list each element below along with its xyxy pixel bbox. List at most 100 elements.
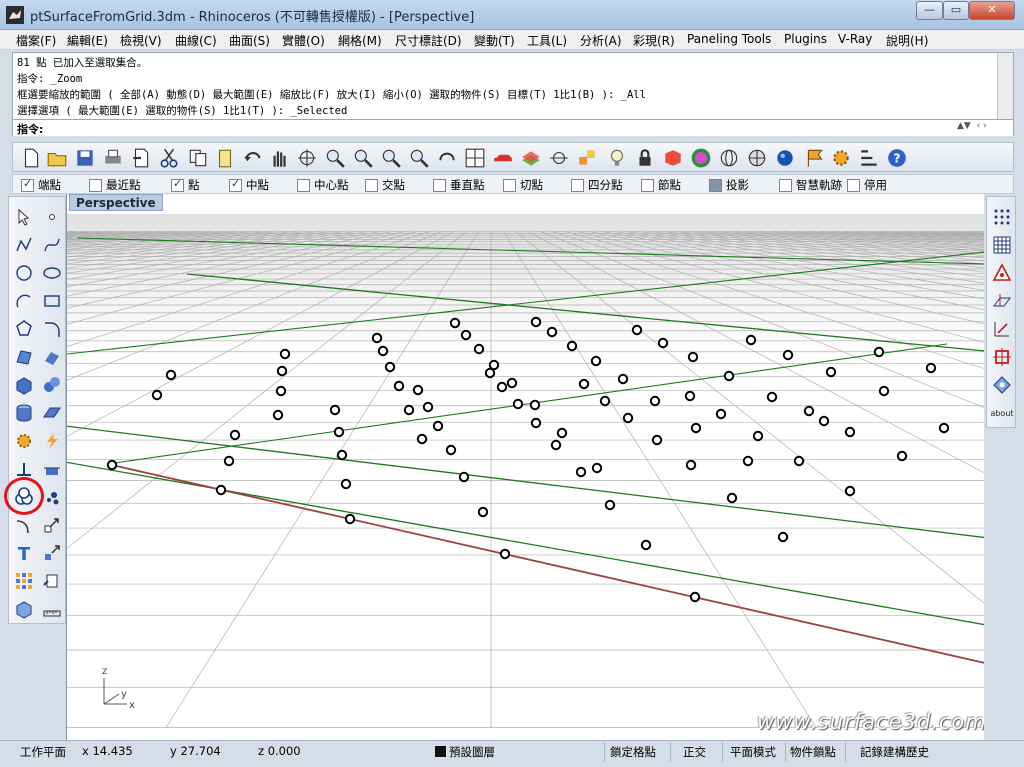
status-ortho[interactable]: 正交: [683, 744, 706, 760]
copy-button[interactable]: [186, 146, 210, 170]
point-object[interactable]: [499, 548, 511, 560]
point-object[interactable]: [938, 422, 950, 434]
lightning-tool-button[interactable]: [40, 429, 64, 453]
point-object[interactable]: [844, 426, 856, 438]
osnap-checkbox[interactable]: [365, 178, 378, 192]
zoom-selected-button[interactable]: [407, 146, 431, 170]
array-tool-button[interactable]: [40, 541, 64, 565]
point-object[interactable]: [412, 384, 424, 396]
point-object[interactable]: [432, 420, 444, 432]
point-object[interactable]: [445, 444, 457, 456]
point-object[interactable]: [689, 591, 701, 603]
osnap-option[interactable]: 中心點: [297, 177, 349, 193]
menu-tools[interactable]: 工具(L): [527, 32, 567, 49]
render-sphere-button[interactable]: [773, 146, 797, 170]
grid-sphere-button[interactable]: [745, 146, 769, 170]
point-button[interactable]: [547, 146, 571, 170]
point-object[interactable]: [651, 434, 663, 446]
status-planar[interactable]: 平面模式: [730, 744, 776, 760]
osnap-checkbox[interactable]: [709, 178, 722, 192]
maximize-button[interactable]: ▭: [943, 1, 969, 20]
point-object[interactable]: [416, 433, 428, 445]
flag-button[interactable]: [803, 146, 827, 170]
point-object[interactable]: [460, 329, 472, 341]
status-layer[interactable]: 預設圖層: [435, 744, 495, 760]
osnap-option[interactable]: 四分點: [571, 177, 623, 193]
close-button[interactable]: ✕: [969, 1, 1015, 20]
point-object[interactable]: [591, 462, 603, 474]
ruler-tool-button[interactable]: [40, 597, 64, 621]
menu-edit[interactable]: 編輯(E): [67, 32, 108, 49]
point-object[interactable]: [649, 395, 661, 407]
menu-solid[interactable]: 實體(O): [282, 32, 325, 49]
point-object[interactable]: [151, 389, 163, 401]
point-object[interactable]: [604, 499, 616, 511]
point-object[interactable]: [825, 366, 837, 378]
car-button[interactable]: [491, 146, 515, 170]
point-object[interactable]: [818, 415, 830, 427]
point-object[interactable]: [777, 531, 789, 543]
point-object[interactable]: [550, 439, 562, 451]
arrow-grid-button[interactable]: [990, 317, 1014, 341]
point-object[interactable]: [165, 369, 177, 381]
trim-tool-button[interactable]: [40, 457, 64, 481]
point-object[interactable]: [276, 365, 288, 377]
point-object[interactable]: [766, 391, 778, 403]
osnap-checkbox[interactable]: [571, 178, 584, 192]
osnap-option[interactable]: 中點: [229, 177, 269, 193]
osnap-checkbox[interactable]: [847, 178, 860, 192]
status-history[interactable]: 記錄建構歷史: [860, 744, 929, 760]
point-object[interactable]: [229, 429, 241, 441]
osnap-checkbox[interactable]: [297, 178, 310, 192]
point-object[interactable]: [393, 380, 405, 392]
arc-tool-button[interactable]: [12, 289, 36, 313]
wireframe-sphere-button[interactable]: [717, 146, 741, 170]
point-object[interactable]: [333, 426, 345, 438]
point-object[interactable]: [506, 377, 518, 389]
point-object[interactable]: [742, 455, 754, 467]
viewport-title-tab[interactable]: Perspective: [69, 194, 163, 211]
status-osnap[interactable]: 物件鎖點: [790, 744, 836, 760]
point-object[interactable]: [631, 324, 643, 336]
point-object[interactable]: [512, 398, 524, 410]
layer-button[interactable]: [519, 146, 543, 170]
point-object[interactable]: [726, 492, 738, 504]
about-button[interactable]: about: [990, 401, 1014, 425]
curve-tool-button[interactable]: [40, 233, 64, 257]
material-button[interactable]: [661, 146, 685, 170]
point-object[interactable]: [279, 348, 291, 360]
point-object[interactable]: [745, 334, 757, 346]
open-folder-button[interactable]: [45, 146, 69, 170]
point-object[interactable]: [896, 450, 908, 462]
osnap-checkbox[interactable]: [171, 177, 184, 192]
options-button[interactable]: [857, 146, 881, 170]
point-object[interactable]: [803, 405, 815, 417]
osnap-checkbox[interactable]: [779, 178, 792, 192]
undo-view-button[interactable]: [435, 146, 459, 170]
menu-vray[interactable]: V-Ray: [838, 32, 872, 46]
transform-button[interactable]: [575, 146, 599, 170]
point-object[interactable]: [684, 390, 696, 402]
osnap-option[interactable]: 垂直點: [433, 177, 485, 193]
pan-hand-button[interactable]: [267, 146, 291, 170]
point-object[interactable]: [556, 427, 568, 439]
mesh-grid-button[interactable]: [990, 233, 1014, 257]
viewport-canvas[interactable]: z yx: [67, 194, 984, 740]
osnap-option[interactable]: 節點: [641, 177, 681, 193]
osnap-checkbox[interactable]: [641, 178, 654, 192]
color-wheel-button[interactable]: [689, 146, 713, 170]
point-object[interactable]: [344, 513, 356, 525]
point-object[interactable]: [566, 340, 578, 352]
osnap-checkbox[interactable]: [503, 178, 516, 192]
dimension-tool-button[interactable]: [12, 513, 36, 537]
minimize-button[interactable]: —: [916, 1, 943, 20]
menu-help[interactable]: 說明(H): [886, 32, 928, 49]
menu-file[interactable]: 檔案(F): [16, 32, 56, 49]
zoom-extents-button[interactable]: [379, 146, 403, 170]
spheres-tool-button[interactable]: [40, 373, 64, 397]
point-object[interactable]: [215, 484, 227, 496]
status-cplane[interactable]: 工作平面: [20, 744, 66, 760]
point-object[interactable]: [715, 408, 727, 420]
point-object[interactable]: [599, 395, 611, 407]
surface-tool-button[interactable]: [12, 345, 36, 369]
